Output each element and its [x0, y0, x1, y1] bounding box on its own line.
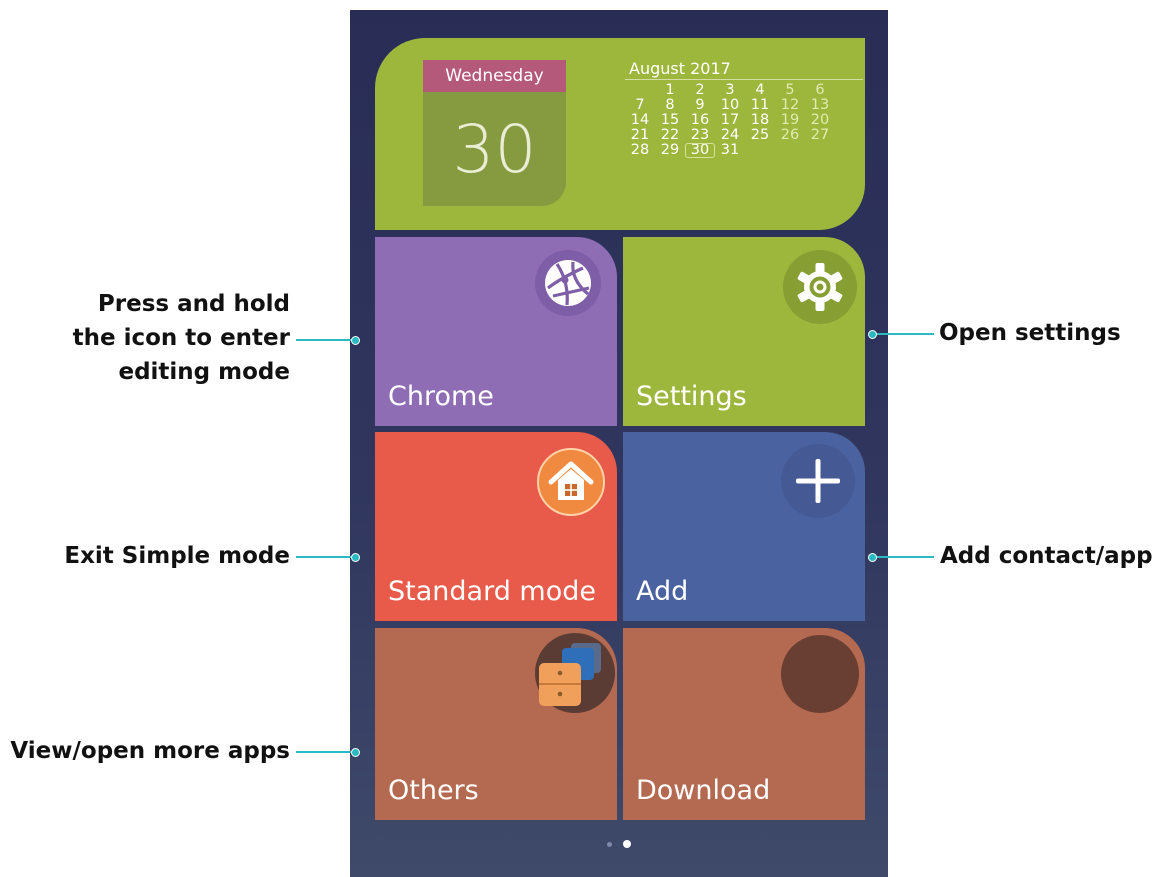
settings-label: Settings — [636, 381, 747, 412]
calendar-day[interactable]: 13 — [805, 98, 835, 113]
callout-line-exit-simple — [296, 556, 356, 558]
callout-view-more: View/open more apps — [10, 738, 290, 764]
calendar-day[interactable]: 16 — [685, 113, 715, 128]
calendar-day[interactable]: 31 — [715, 143, 745, 158]
callout-open-settings: Open settings — [939, 320, 1121, 346]
calendar-day[interactable]: 26 — [775, 128, 805, 143]
calendar-day[interactable]: 21 — [625, 128, 655, 143]
calendar-day[interactable]: 19 — [775, 113, 805, 128]
calendar-day[interactable]: 8 — [655, 98, 685, 113]
others-tile[interactable]: Others — [375, 628, 617, 820]
calendar-day[interactable]: 5 — [775, 83, 805, 98]
calendar-day[interactable]: 2 — [685, 83, 715, 98]
standard-mode-label: Standard mode — [388, 576, 596, 607]
download-tile[interactable]: Download — [623, 628, 865, 820]
day-number: 30 — [423, 92, 566, 206]
calendar-day[interactable]: 14 — [625, 113, 655, 128]
weekday-label: Wednesday — [423, 60, 566, 92]
calendar-day[interactable]: 28 — [625, 143, 655, 158]
calendar-day[interactable]: 6 — [805, 83, 835, 98]
calendar-day[interactable]: 18 — [745, 113, 775, 128]
callout-dot-add-contact — [868, 553, 877, 562]
download-label: Download — [636, 775, 771, 806]
calendar-day[interactable]: 7 — [625, 98, 655, 113]
callout-line-add-contact — [872, 556, 934, 558]
add-label: Add — [636, 576, 689, 607]
callout-exit-simple: Exit Simple mode — [64, 543, 290, 569]
standard-mode-tile[interactable]: Standard mode — [375, 432, 617, 621]
calendar-blank — [775, 143, 805, 158]
calendar-day[interactable]: 27 — [805, 128, 835, 143]
browser-globe-icon — [535, 250, 601, 316]
calendar-day[interactable]: 29 — [655, 143, 685, 158]
month-divider — [625, 79, 863, 80]
calendar-day[interactable]: 10 — [715, 98, 745, 113]
calendar-day[interactable]: 23 — [685, 128, 715, 143]
callout-dot-view-more — [351, 748, 360, 757]
calendar-day[interactable]: 15 — [655, 113, 685, 128]
add-tile[interactable]: Add — [623, 432, 865, 621]
calendar-day[interactable]: 25 — [745, 128, 775, 143]
calendar-day[interactable]: 1 — [655, 83, 685, 98]
month-grid: 1 2 3 4 5 6 7 8 9 10 11 12 13 14 15 16 17 18 19 20 21 22 23 24 2… — [625, 83, 835, 158]
month-title: August 2017 — [629, 59, 731, 78]
calendar-day[interactable]: 11 — [745, 98, 775, 113]
page-dot-2-active[interactable] — [623, 840, 631, 848]
callout-dot-exit-simple — [351, 553, 360, 562]
simple-mode-home-screen: Wednesday 30 August 2017 1 2 3 4 5 6 7 8 9 10 11 12… — [350, 10, 888, 877]
calendar-widget[interactable]: Wednesday 30 August 2017 1 2 3 4 5 6 7 8 9 10 11 12… — [375, 38, 865, 230]
calendar-day[interactable]: 24 — [715, 128, 745, 143]
calendar-day[interactable]: 20 — [805, 113, 835, 128]
calendar-day[interactable]: 4 — [745, 83, 775, 98]
callout-dot-open-settings — [868, 330, 877, 339]
plus-icon — [781, 444, 855, 518]
callout-line-press-hold — [296, 339, 356, 341]
callout-dot-press-hold — [351, 336, 360, 345]
page-dot-1[interactable] — [607, 842, 612, 847]
calendar-day[interactable]: 3 — [715, 83, 745, 98]
folder-stack-icon — [535, 633, 615, 713]
settings-tile[interactable]: Settings — [623, 237, 865, 426]
calendar-blank — [625, 83, 655, 98]
calendar-day[interactable]: 12 — [775, 98, 805, 113]
calendar-day[interactable]: 30 — [685, 143, 715, 158]
others-label: Others — [388, 775, 479, 806]
chrome-tile[interactable]: Chrome — [375, 237, 617, 426]
callout-press-hold: Press and hold the icon to enter editing… — [72, 291, 290, 385]
home-icon — [537, 448, 605, 516]
circle-icon — [781, 635, 859, 713]
calendar-day[interactable]: 22 — [655, 128, 685, 143]
chrome-label: Chrome — [388, 381, 494, 412]
gear-icon — [783, 250, 857, 324]
callout-add-contact: Add contact/app — [940, 543, 1153, 569]
callout-line-open-settings — [872, 333, 934, 335]
calendar-blank — [805, 143, 835, 158]
callout-line-view-more — [296, 751, 356, 753]
calendar-day[interactable]: 9 — [685, 98, 715, 113]
calendar-day[interactable]: 17 — [715, 113, 745, 128]
calendar-blank — [745, 143, 775, 158]
page-indicator[interactable] — [606, 839, 636, 849]
date-card: Wednesday 30 — [423, 60, 566, 206]
